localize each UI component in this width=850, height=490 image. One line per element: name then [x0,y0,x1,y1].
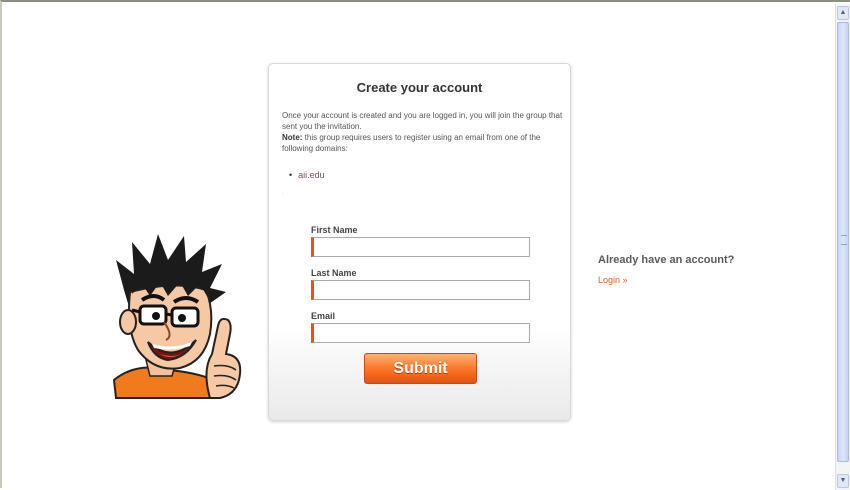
email-input[interactable] [311,323,530,343]
form-title: Create your account [356,80,483,95]
scrollbar-grip [841,235,847,245]
last-name-label: Last Name [311,268,357,278]
first-name-label: First Name [311,225,358,235]
last-name-input[interactable] [311,280,530,300]
form-intro: Once your account is created and you are… [282,110,564,154]
up-arrow-icon[interactable]: ▲ [837,6,849,20]
domain-list: aii.edu [289,170,325,180]
submit-button[interactable]: Submit [364,353,477,384]
already-have-account-text: Already have an account? [598,254,735,266]
intro-text: Once your account is created and you are… [282,111,563,131]
mascot-illustration [112,234,242,399]
create-account-card: Create your account Once your account is… [268,63,571,421]
separator-dot: . [282,190,284,196]
first-name-input[interactable] [311,237,530,257]
vertical-scrollbar[interactable]: ▲ ▼ [835,4,850,490]
note-label: Note: [282,133,303,142]
note-text: this group requires users to register us… [282,133,541,153]
domain-item: aii.edu [289,170,325,180]
scrollbar-thumb[interactable] [837,22,849,462]
login-link[interactable]: Login » [598,275,628,285]
email-label: Email [311,311,336,321]
down-arrow-icon[interactable]: ▼ [837,474,849,488]
browser-viewport: Create your account Once your account is… [0,0,850,490]
